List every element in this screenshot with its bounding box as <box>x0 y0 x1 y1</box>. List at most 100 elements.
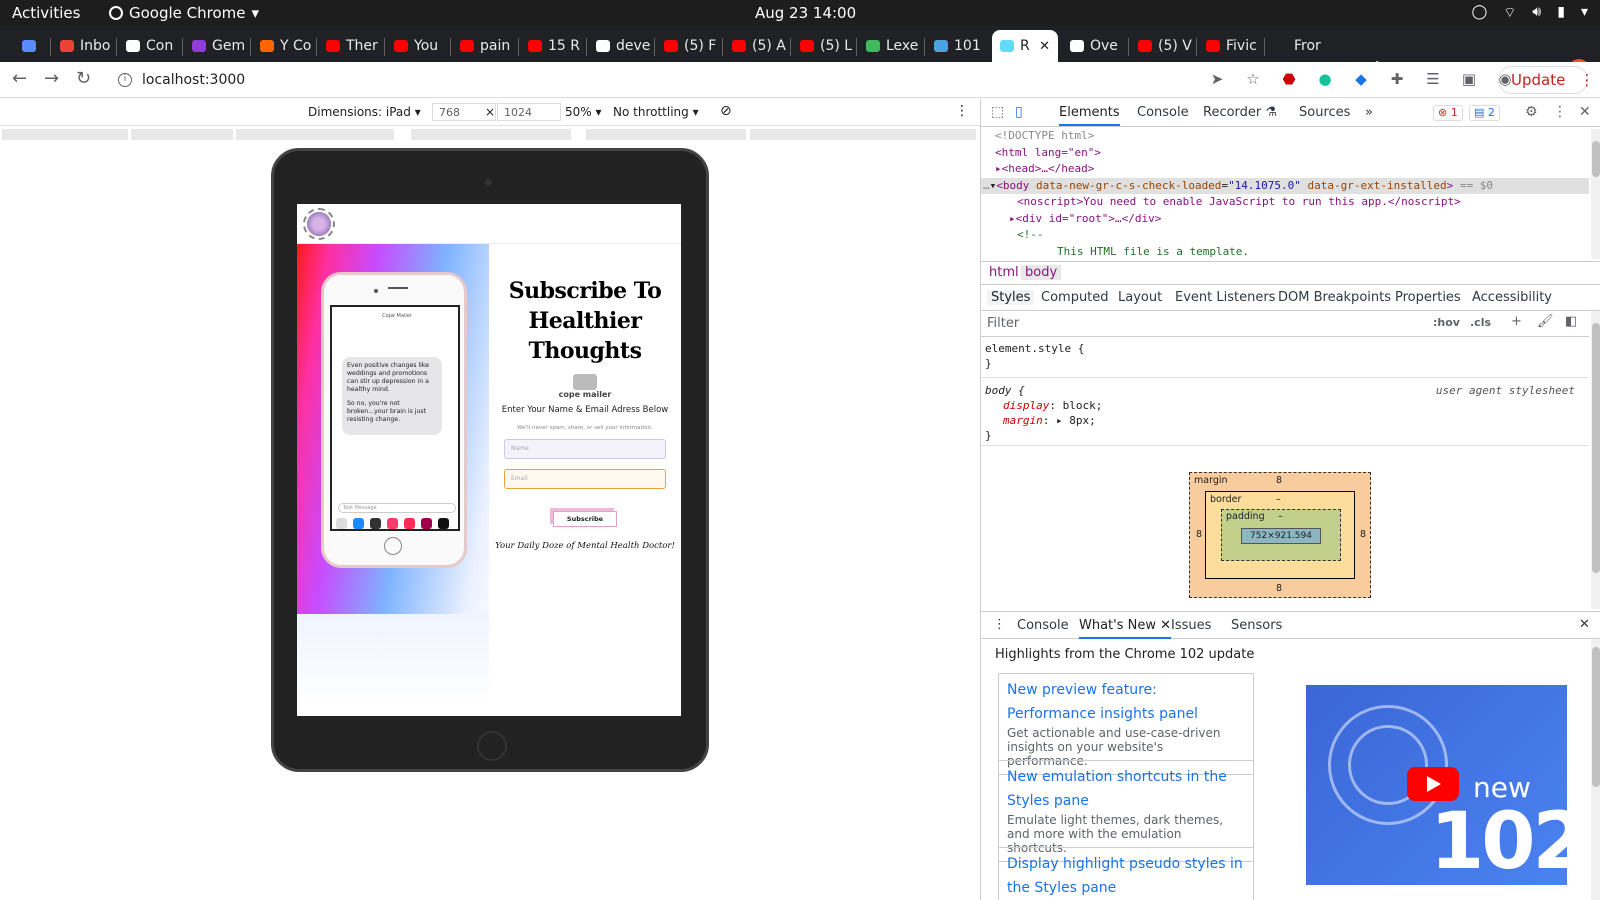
browser-tab[interactable]: R ✕ <box>992 30 1058 62</box>
forward-button[interactable]: → <box>44 68 59 89</box>
tab-console[interactable]: Console <box>1137 105 1189 120</box>
device-dimensions-select[interactable]: Dimensions: iPad ▾ <box>308 105 421 119</box>
browser-tab[interactable]: Y Co <box>252 30 314 62</box>
class-toggle[interactable]: .cls <box>1470 316 1491 329</box>
browser-tab[interactable]: Fror <box>1266 30 1330 62</box>
whats-new-scrollbar[interactable] <box>1591 639 1600 900</box>
close-drawer-icon[interactable]: ✕ <box>1579 617 1590 632</box>
hover-state-toggle[interactable]: :hov <box>1433 316 1460 329</box>
margin-bottom-value[interactable]: 8 <box>1276 583 1282 594</box>
device-toggle-icon[interactable]: ▯ <box>1015 104 1023 120</box>
media-query-bar[interactable] <box>2 129 128 140</box>
kebab-menu-icon[interactable]: ⋮ <box>1579 71 1594 89</box>
browser-tab[interactable]: (5) V <box>1130 30 1194 62</box>
feature-link[interactable]: Display highlight pseudo styles in the S… <box>1007 852 1245 900</box>
media-query-bar[interactable] <box>131 129 233 140</box>
breadcrumb-body[interactable]: body <box>1021 265 1062 280</box>
more-tabs-icon[interactable]: » <box>1365 105 1373 120</box>
browser-tab[interactable]: 101 <box>926 30 988 62</box>
dom-node[interactable]: <html lang="en"> <box>981 145 1589 162</box>
drawer-tab-issues[interactable]: Issues <box>1171 618 1211 633</box>
browser-tab[interactable]: Fivic <box>1198 30 1262 62</box>
browser-tab[interactable]: Ther <box>318 30 382 62</box>
kebab-menu-icon[interactable]: ⋮ <box>955 103 969 119</box>
padding-value[interactable]: – <box>1278 511 1283 522</box>
drawer-tab-console[interactable]: Console <box>1017 618 1069 633</box>
browser-tab[interactable] <box>14 30 48 62</box>
close-icon[interactable]: ✕ <box>1160 618 1171 633</box>
address-bar[interactable]: i localhost:3000 <box>110 66 1270 94</box>
browser-tab[interactable]: (5) F <box>656 30 720 62</box>
message-count-badge[interactable]: ▤ 2 <box>1469 105 1500 121</box>
site-info-icon[interactable]: i <box>118 73 132 87</box>
activities-button[interactable]: Activities <box>12 4 80 22</box>
margin-top-value[interactable]: 8 <box>1276 475 1282 486</box>
dom-node[interactable]: ▸<div id="root">…</div> <box>981 211 1589 228</box>
email-field[interactable]: Email <box>504 469 666 489</box>
share-icon[interactable]: ➤ <box>1208 70 1226 88</box>
reading-list-icon[interactable]: ☰ <box>1424 70 1442 88</box>
scroll-thumb[interactable] <box>1592 141 1600 177</box>
tab-recorder[interactable]: Recorder ⚗ <box>1203 105 1277 120</box>
tab-event-listeners[interactable]: Event Listeners <box>1175 290 1275 305</box>
tab-elements[interactable]: Elements <box>1059 105 1120 126</box>
back-button[interactable]: ← <box>12 68 27 89</box>
browser-tab[interactable]: deve <box>588 30 652 62</box>
media-query-bar[interactable] <box>750 129 976 140</box>
dom-node-selected[interactable]: …▾<body data-new-gr-c-s-check-loaded="14… <box>981 177 1589 194</box>
vpn-extension-icon[interactable]: ◆ <box>1352 70 1370 88</box>
browser-tab[interactable]: You <box>386 30 448 62</box>
youtube-play-icon[interactable] <box>1407 767 1459 801</box>
bookmark-star-icon[interactable]: ☆ <box>1244 70 1262 88</box>
browser-tab[interactable]: 15 R <box>520 30 584 62</box>
tab-accessibility[interactable]: Accessibility <box>1472 290 1552 305</box>
settings-gear-icon[interactable]: ⚙ <box>1525 104 1538 120</box>
border-value[interactable]: – <box>1276 494 1281 505</box>
drawer-tab-sensors[interactable]: Sensors <box>1231 618 1282 633</box>
paint-icon[interactable]: 🖌︎ <box>1537 314 1554 329</box>
side-panel-icon[interactable]: ▣ <box>1460 70 1478 88</box>
throttling-select[interactable]: No throttling ▾ <box>613 105 699 119</box>
tab-layout[interactable]: Layout <box>1118 290 1162 305</box>
dom-scrollbar[interactable] <box>1591 129 1600 259</box>
media-query-bar[interactable] <box>411 129 571 140</box>
dom-node[interactable]: <noscript>You need to enable JavaScript … <box>981 194 1589 211</box>
feature-link[interactable]: New emulation shortcuts in the Styles pa… <box>1007 765 1245 813</box>
inspect-element-icon[interactable]: ⬚ <box>991 104 1004 120</box>
box-model-diagram[interactable]: margin 8 8 8 8 border – padding – 752×92… <box>1189 472 1371 598</box>
tab-dom-breakpoints[interactable]: DOM Breakpoints <box>1278 290 1391 305</box>
margin-left-value[interactable]: 8 <box>1196 529 1202 540</box>
zoom-select[interactable]: 50% ▾ <box>565 105 602 119</box>
device-height-input[interactable]: 1024 <box>497 103 561 121</box>
media-query-bar[interactable] <box>586 129 746 140</box>
brain-logo-icon[interactable] <box>303 208 335 240</box>
kebab-menu-icon[interactable]: ⋮ <box>1553 104 1567 120</box>
browser-tab[interactable]: Con <box>118 30 180 62</box>
whats-new-video[interactable]: new 102 <box>1306 685 1567 885</box>
content-size[interactable]: 752×921.594 <box>1241 528 1321 544</box>
close-devtools-icon[interactable]: ✕ <box>1579 104 1591 120</box>
tab-styles[interactable]: Styles <box>987 290 1035 305</box>
browser-tab[interactable]: Lexe <box>858 30 922 62</box>
sidebar-toggle-icon[interactable]: ◧ <box>1565 314 1577 329</box>
grammarly-extension-icon[interactable]: ● <box>1316 70 1334 88</box>
scroll-thumb[interactable] <box>1592 647 1600 787</box>
reload-button[interactable]: ↻ <box>76 68 91 89</box>
styles-scrollbar[interactable] <box>1591 311 1600 609</box>
browser-tab[interactable]: Gem <box>184 30 248 62</box>
browser-tab[interactable]: (5) L <box>792 30 854 62</box>
dom-comment[interactable]: This HTML file is a template. <box>981 244 1589 261</box>
tab-properties[interactable]: Properties <box>1395 290 1461 305</box>
subscribe-button[interactable]: Subscribe <box>553 511 617 527</box>
feature-card[interactable]: Display highlight pseudo styles in the S… <box>998 847 1254 900</box>
element-style-rule[interactable]: element.style { } <box>985 341 1084 371</box>
dom-node[interactable]: ▸<head>…</head> <box>981 161 1589 178</box>
browser-tab[interactable]: pain <box>452 30 516 62</box>
extensions-puzzle-icon[interactable]: ✚ <box>1388 70 1406 88</box>
new-rule-icon[interactable]: + <box>1511 314 1522 329</box>
drawer-tab-whats-new[interactable]: What's New ✕ <box>1079 618 1172 639</box>
system-tray[interactable]: ◯ ⌔ 🔊︎ ▮ ▾ <box>1472 4 1588 22</box>
tab-computed[interactable]: Computed <box>1041 290 1109 305</box>
scroll-thumb[interactable] <box>1592 323 1600 573</box>
name-field[interactable]: Name <box>504 439 666 459</box>
